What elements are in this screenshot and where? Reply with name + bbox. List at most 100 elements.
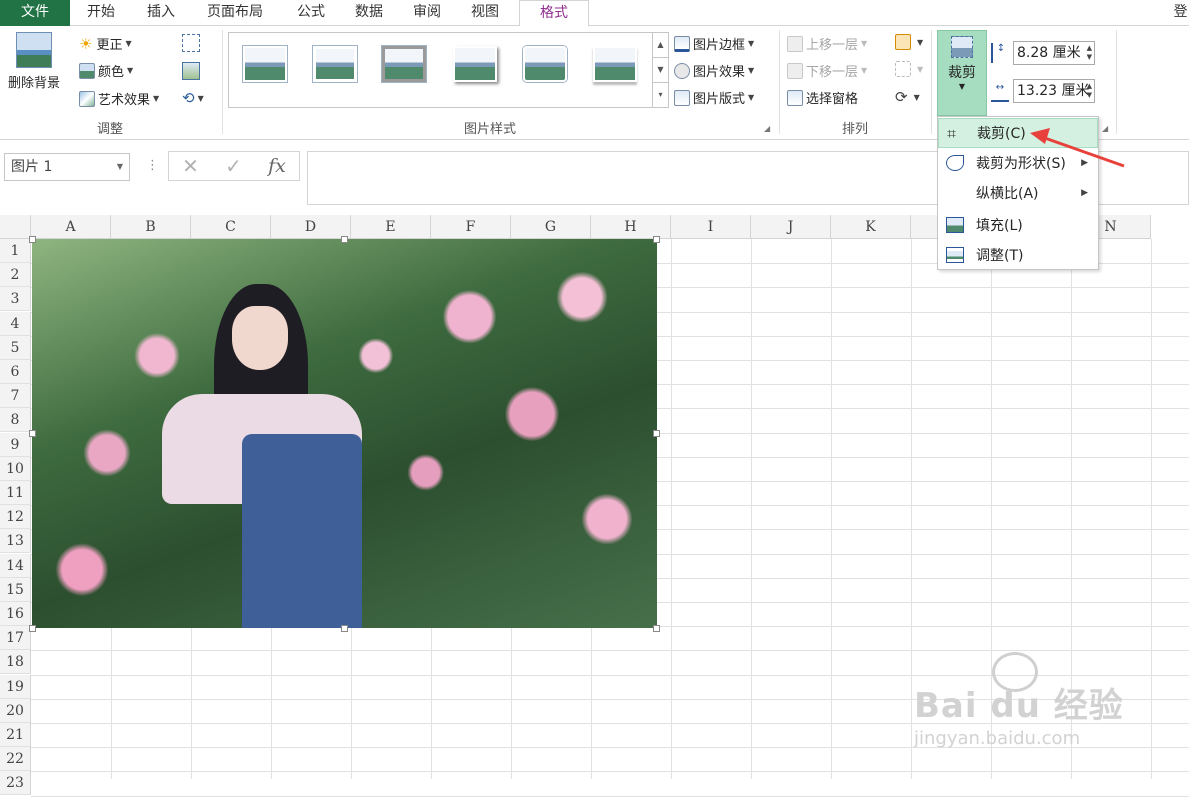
row-header-11[interactable]: 11 [0,481,31,505]
menu-item-aspect-ratio[interactable]: 纵横比(A) ▶ [938,178,1098,208]
menu-item-fill[interactable]: 填充(L) [938,210,1098,240]
compress-pictures-icon[interactable] [182,34,200,52]
selection-pane-button[interactable]: 选择窗格 [787,88,858,107]
menu-item-crop-to-shape[interactable]: 裁剪为形状(S) ▶ [938,148,1098,178]
row-header-16[interactable]: 16 [0,602,31,626]
row-header-15[interactable]: 15 [0,577,31,602]
tab-format[interactable]: 格式 [519,0,589,27]
fit-icon [946,247,964,263]
tab-page-layout[interactable]: 页面布局 [193,0,277,26]
tab-formulas[interactable]: 公式 [283,0,339,26]
resize-handle[interactable] [29,236,36,243]
tab-data[interactable]: 数据 [341,0,397,26]
column-header-k[interactable]: K [831,215,911,239]
tab-view[interactable]: 视图 [457,0,513,26]
row-header-8[interactable]: 8 [0,408,31,433]
row-header-13[interactable]: 13 [0,529,31,554]
height-spinner[interactable]: ▲ ▼ [1087,44,1092,62]
row-header-17[interactable]: 17 [0,626,31,651]
resize-handle[interactable] [341,236,348,243]
cancel-icon[interactable]: ✕ [182,154,199,178]
send-backward-button[interactable]: 下移一层 ▼ [787,61,867,80]
bring-forward-button[interactable]: 上移一层 ▼ [787,34,867,53]
row-gridline [31,795,1189,797]
column-header-d[interactable]: D [271,215,351,239]
resize-handle[interactable] [29,430,36,437]
row-header-18[interactable]: 18 [0,650,31,675]
crop-button[interactable]: 裁剪 ▼ [937,30,987,116]
name-box[interactable]: 图片 1 ▼ [4,153,130,181]
style-thumbnail[interactable] [593,46,637,82]
column-header-a[interactable]: A [31,215,111,239]
row-header-7[interactable]: 7 [0,384,31,409]
rotate-button[interactable]: ⟳ ▼ [895,88,920,106]
picture-styles-gallery[interactable]: ▲ ▼ ▾ [228,32,669,108]
artistic-effects-button[interactable]: 艺术效果 ▼ [79,89,159,108]
group-objects-button[interactable]: ▼ [895,61,923,77]
column-header-e[interactable]: E [351,215,431,239]
resize-handle[interactable] [653,430,660,437]
tab-home[interactable]: 开始 [73,0,129,26]
column-header-c[interactable]: C [191,215,271,239]
style-thumbnail[interactable] [313,46,357,82]
row-header-3[interactable]: 3 [0,287,31,312]
group-label-arrange: 排列 [841,122,868,137]
style-thumbnail[interactable] [243,46,287,82]
insert-function-icon[interactable]: fx [268,155,286,177]
reset-picture-button[interactable]: ⟲ ▼ [182,89,204,107]
column-header-f[interactable]: F [431,215,511,239]
row-header-23[interactable]: 23 [0,771,31,796]
menu-item-crop[interactable]: ⌗ 裁剪(C) [938,118,1098,148]
column-header-j[interactable]: J [751,215,831,239]
style-thumbnail[interactable] [453,46,497,82]
resize-handle[interactable] [341,625,348,632]
row-header-12[interactable]: 12 [0,505,31,530]
row-header-5[interactable]: 5 [0,335,31,360]
resize-handle[interactable] [653,625,660,632]
picture-border-button[interactable]: 图片边框 ▼ [674,34,754,53]
remove-background-button[interactable]: 删除背景 [2,30,66,100]
gallery-scroll-down-button[interactable]: ▼ [652,58,668,83]
tab-file[interactable]: 文件 [0,0,70,26]
inserted-picture[interactable] [32,239,657,628]
align-button[interactable]: ▼ [895,34,923,50]
row-header-20[interactable]: 20 [0,698,31,723]
width-input[interactable]: 13.23 厘米 ▲ ▼ [1013,79,1095,103]
more-options-icon[interactable]: ⋮ [146,158,159,173]
sign-in-link[interactable]: 登 [1172,0,1189,26]
gallery-scroll-up-button[interactable]: ▲ [652,33,668,58]
row-header-4[interactable]: 4 [0,311,31,336]
picture-effects-button[interactable]: 图片效果 ▼ [674,61,754,80]
color-button[interactable]: 颜色 ▼ [79,61,133,80]
row-header-10[interactable]: 10 [0,456,31,481]
row-header-22[interactable]: 22 [0,747,31,772]
menu-item-fit[interactable]: 调整(T) [938,240,1098,270]
height-input[interactable]: 8.28 厘米 ▲ ▼ [1013,41,1095,65]
tab-insert[interactable]: 插入 [133,0,189,26]
size-dialog-launcher-icon[interactable]: ◢ [1102,124,1108,133]
select-all-button[interactable] [0,215,31,239]
style-thumbnail[interactable] [382,46,426,82]
change-picture-icon[interactable] [182,62,200,80]
dialog-launcher-icon[interactable]: ◢ [764,124,770,133]
resize-handle[interactable] [29,625,36,632]
row-header-6[interactable]: 6 [0,360,31,384]
gallery-more-button[interactable]: ▾ [652,83,668,108]
corrections-button[interactable]: ☀ 更正 ▼ [79,34,132,54]
style-thumbnail[interactable] [523,46,567,82]
row-header-14[interactable]: 14 [0,553,31,578]
row-header-1[interactable]: 1 [0,239,31,263]
row-header-21[interactable]: 21 [0,723,31,747]
column-header-g[interactable]: G [511,215,591,239]
crop-label: 裁剪 [948,65,976,81]
row-header-9[interactable]: 9 [0,432,31,457]
resize-handle[interactable] [653,236,660,243]
picture-layout-button[interactable]: 图片版式 ▼ [674,88,754,107]
row-header-19[interactable]: 19 [0,674,31,699]
tab-review[interactable]: 审阅 [399,0,455,26]
width-spinner[interactable]: ▲ ▼ [1087,82,1092,100]
enter-icon[interactable]: ✓ [225,154,242,178]
column-header-i[interactable]: I [671,215,751,239]
column-header-b[interactable]: B [111,215,191,239]
row-header-2[interactable]: 2 [0,263,31,288]
